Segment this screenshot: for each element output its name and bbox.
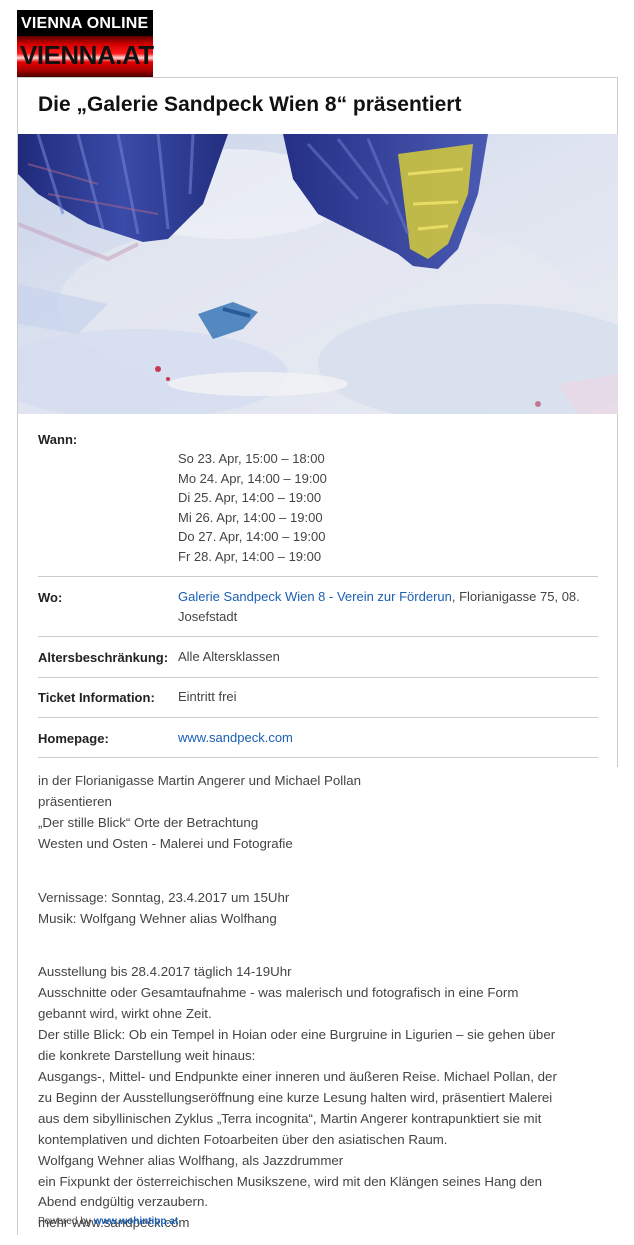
vienna-online-logo[interactable]: VIENNA ONLINE VIENNA.AT <box>17 10 154 78</box>
description-line: zu Beginn der Ausstellungseröffnung eine… <box>38 1089 553 1105</box>
powered-by: Powered by www.wohintipp.at <box>38 1216 178 1227</box>
event-title: Die „Galerie Sandpeck Wien 8“ präsentier… <box>38 93 462 116</box>
description-line: Wolfgang Wehner alias Wolfhang, als Jazz… <box>38 1152 344 1168</box>
date-item: Mi 26. Apr, 14:00 – 19:00 <box>178 509 323 525</box>
age-value: Alle Altersklassen <box>178 649 280 664</box>
date-item: Do 27. Apr, 14:00 – 19:00 <box>178 529 326 544</box>
description-line: Der stille Blick: Ob ein Tempel in Hoian… <box>38 1027 556 1043</box>
description-line: Ausschnitte oder Gesamtaufnahme - was ma… <box>38 985 519 1001</box>
description-line: gebannt wird, wirkt ohne Zeit. <box>38 1006 212 1022</box>
logo-red-band: VIENNA.AT <box>17 36 154 78</box>
event-card: Die „Galerie Sandpeck Wien 8“ präsentier… <box>17 77 618 1235</box>
description-line: Ausgangs-, Mittel- und Endpunkte einer i… <box>38 1068 557 1084</box>
divider <box>38 757 598 758</box>
description-line: „Der stille Blick“ Orte der Betrachtung <box>38 814 259 830</box>
description-line: Abend endgültig verzaubern. <box>38 1194 209 1210</box>
date-item: So 23. Apr, 15:00 – 18:00 <box>178 451 325 466</box>
date-item: Fr 28. Apr, 14:00 – 19:00 <box>178 548 322 564</box>
event-dates: So 23. Apr, 15:00 – 18:00 Mo 24. Apr, 14… <box>178 449 327 566</box>
venue-district: Josefstadt <box>178 608 238 624</box>
description-line: ein Fixpunkt der österreichischen Musiks… <box>38 1173 543 1189</box>
painting-svg <box>18 134 618 414</box>
venue-address: , Florianigasse 75, 08. <box>451 589 580 604</box>
event-image <box>18 134 618 414</box>
divider <box>38 576 598 577</box>
description-line: kontemplativen und dichten Fotoarbeiten … <box>38 1131 448 1147</box>
description-line: in der Florianigasse Martin Angerer und … <box>38 773 361 788</box>
age-label: Altersbeschränkung: <box>38 650 169 665</box>
event-description: in der Florianigasse Martin Angerer und … <box>38 760 598 1245</box>
description-line: die konkrete Darstellung weit hinaus: <box>38 1048 256 1064</box>
venue-link[interactable]: Galerie Sandpeck Wien 8 - Verein zur För… <box>178 589 452 604</box>
homepage-value: www.sandpeck.com <box>178 728 293 748</box>
powered-by-link[interactable]: www.wohintipp.at <box>94 1216 179 1227</box>
description-line: Westen und Osten - Malerei und Fotografi… <box>38 835 293 851</box>
date-item: Mo 24. Apr, 14:00 – 19:00 <box>178 470 327 486</box>
date-item: Di 25. Apr, 14:00 – 19:00 <box>178 490 322 505</box>
description-line: Ausstellung bis 28.4.2017 täglich 14-19U… <box>38 964 292 980</box>
wann-label: Wann: <box>38 432 78 447</box>
logo-text-bottom: VIENNA.AT <box>20 40 154 70</box>
powered-by-text: Powered by <box>38 1216 91 1227</box>
divider <box>38 717 598 718</box>
logo-text-top: VIENNA ONLINE <box>21 15 149 32</box>
divider <box>38 677 598 678</box>
homepage-label: Homepage: <box>38 731 109 746</box>
description-line: aus dem sibyllinischen Zyklus „Terra inc… <box>38 1110 542 1126</box>
description-line: Musik: Wolfgang Wehner alias Wolfhang <box>38 910 277 926</box>
ticket-value: Eintritt frei <box>178 689 237 704</box>
homepage-link[interactable]: www.sandpeck.com <box>178 730 293 745</box>
description-line: Vernissage: Sonntag, 23.4.2017 um 15Uhr <box>38 889 290 905</box>
venue-info: Galerie Sandpeck Wien 8 - Verein zur För… <box>178 587 580 626</box>
description-line: präsentieren <box>38 793 112 809</box>
ticket-label: Ticket Information: <box>38 690 155 705</box>
wo-label: Wo: <box>38 590 63 605</box>
divider <box>38 636 598 637</box>
